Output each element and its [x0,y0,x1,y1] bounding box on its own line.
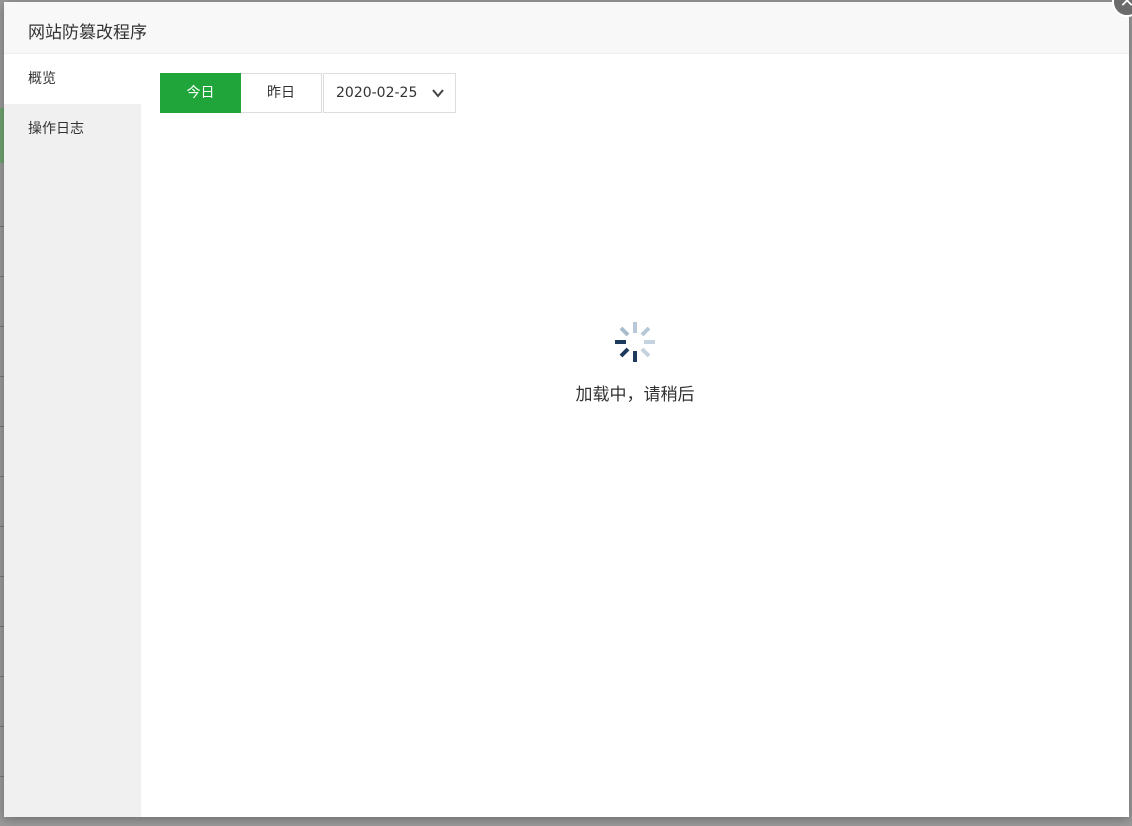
loading-text: 加载中，请稍后 [575,385,695,405]
chevron-down-icon [432,89,444,98]
sidebar-item-operation-log[interactable]: 操作日志 [4,104,141,154]
modal-header: 网站防篡改程序 [4,2,1129,54]
modal-title: 网站防篡改程序 [28,23,147,43]
sidebar: 概览 操作日志 [4,54,141,817]
tab-yesterday[interactable]: 昨日 [241,73,322,113]
modal-dialog: 网站防篡改程序 概览 操作日志 今日 昨日 2020-02-25 加载中，请稍后 [4,2,1129,817]
close-icon: ✕ [1119,0,1132,12]
sidebar-item-overview[interactable]: 概览 [4,54,141,104]
main-content: 今日 昨日 2020-02-25 加载中，请稍后 [141,54,1129,817]
spinner-icon [615,322,655,362]
tab-today[interactable]: 今日 [160,73,241,113]
date-filter-bar: 今日 昨日 2020-02-25 [160,73,456,113]
date-select-value: 2020-02-25 [336,85,418,101]
loading-indicator: 加载中，请稍后 [141,320,1129,405]
date-select[interactable]: 2020-02-25 [323,73,456,113]
